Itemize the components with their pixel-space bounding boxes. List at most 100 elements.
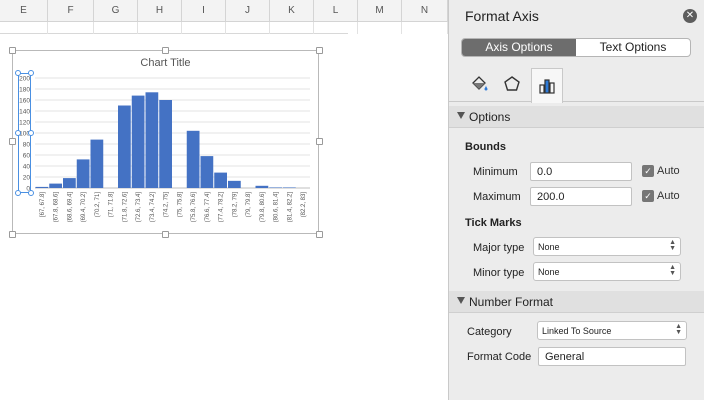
column-header-f[interactable]: F: [48, 0, 94, 22]
category-label: Category: [467, 326, 512, 338]
column-header-j[interactable]: J: [226, 0, 270, 22]
column-header-g[interactable]: G: [94, 0, 138, 22]
stepper-arrows-icon: ▲ ▼: [675, 323, 682, 336]
category-select[interactable]: Linked To Source ▲ ▼: [537, 321, 687, 340]
fill-line-icon[interactable]: [463, 68, 495, 100]
x-category-label: (78.2, 79]: [232, 192, 238, 218]
x-category-label: (68.6, 69.4]: [67, 192, 73, 223]
stepper-arrows-icon: ▲ ▼: [669, 239, 676, 252]
chart-object[interactable]: Chart Title 200 180 160 140 120 100 80 60 40 20 0[…: [12, 50, 319, 234]
minor-type-value: None: [538, 267, 560, 277]
major-type-value: None: [538, 242, 560, 252]
minimum-auto-checkbox[interactable]: ✓: [642, 165, 654, 177]
histogram-bar[interactable]: [145, 92, 159, 188]
x-category-label: (79.8, 80.6]: [260, 192, 266, 223]
resize-handle-tr[interactable]: [316, 47, 323, 54]
number-format-section-header[interactable]: Number Format: [449, 291, 704, 313]
tick-marks-heading: Tick Marks: [465, 217, 522, 229]
resize-handle-mr[interactable]: [316, 138, 323, 145]
grid-line: [225, 22, 226, 34]
histogram-bar[interactable]: [200, 156, 214, 188]
format-axis-pane: Format Axis ✕ Axis Options Text Options: [448, 0, 704, 400]
x-category-label: (71, 71.8]: [109, 192, 115, 218]
grid-line: [47, 22, 48, 34]
axis-handle-bottom-right[interactable]: [28, 190, 34, 196]
resize-handle-ml[interactable]: [9, 138, 16, 145]
axis-handle-mid-left[interactable]: [15, 130, 21, 136]
axis-handle-top-left[interactable]: [15, 70, 21, 76]
grid-line: [313, 22, 314, 34]
grid-line: [269, 22, 270, 34]
x-category-label: (80.6, 81.4]: [274, 192, 280, 223]
histogram-bar[interactable]: [214, 172, 227, 188]
options-section-label: Options: [469, 110, 511, 124]
x-category-label: (75, 75.8]: [177, 192, 183, 218]
histogram-plot[interactable]: 200180160140120100806040200[67, 67.8] (67…: [13, 51, 320, 235]
x-category-label: (82.2, 83]: [301, 192, 307, 218]
x-category-label: (69.4, 70.2]: [81, 192, 87, 223]
bounds-heading: Bounds: [465, 141, 506, 153]
resize-handle-bl[interactable]: [9, 231, 16, 238]
column-headers: EFGHIJKLMN: [0, 0, 448, 22]
major-type-select[interactable]: None ▲ ▼: [533, 237, 681, 256]
histogram-bar[interactable]: [131, 95, 145, 188]
histogram-bar[interactable]: [283, 187, 296, 188]
histogram-bar[interactable]: [90, 139, 104, 188]
histogram-bar[interactable]: [159, 100, 172, 188]
column-header-m[interactable]: M: [358, 0, 402, 22]
x-category-label: (70.2, 71]: [95, 192, 101, 218]
minor-type-label: Minor type: [473, 267, 525, 279]
spreadsheet-area[interactable]: EFGHIJKLMN Chart Title 200 180 160 140 120 10…: [0, 0, 448, 400]
axis-handle-bottom-left[interactable]: [15, 190, 21, 196]
grid-line: [357, 22, 358, 34]
column-header-l[interactable]: L: [314, 0, 358, 22]
histogram-bar[interactable]: [35, 186, 49, 188]
minor-type-select[interactable]: None ▲ ▼: [533, 262, 681, 281]
close-icon[interactable]: ✕: [683, 9, 697, 23]
column-header-h[interactable]: H: [138, 0, 182, 22]
options-section-header[interactable]: Options: [449, 106, 704, 128]
column-header-i[interactable]: I: [182, 0, 226, 22]
column-header-k[interactable]: K: [270, 0, 314, 22]
x-category-label: (73.4, 74.2]: [150, 192, 156, 223]
x-category-label: (77.4, 78.2]: [219, 192, 225, 223]
resize-handle-tm[interactable]: [162, 47, 169, 54]
grid-line: [401, 22, 402, 34]
tab-text-options[interactable]: Text Options: [576, 39, 690, 56]
histogram-bar[interactable]: [49, 183, 62, 188]
maximum-auto-checkbox[interactable]: ✓: [642, 190, 654, 202]
histogram-bar[interactable]: [186, 130, 200, 188]
format-category-tabs: [449, 64, 704, 103]
maximum-auto-label: Auto: [657, 190, 680, 202]
minimum-label: Minimum: [473, 166, 518, 178]
x-category-label: (75.8, 76.6]: [191, 192, 197, 223]
x-category-label: (71.8, 72.6]: [122, 192, 128, 223]
resize-handle-tl[interactable]: [9, 47, 16, 54]
tab-axis-options[interactable]: Axis Options: [462, 39, 576, 56]
category-value: Linked To Source: [542, 326, 612, 336]
axis-handle-top-right[interactable]: [28, 70, 34, 76]
grid-line: [137, 22, 138, 34]
x-category-label: (74.2, 75]: [164, 192, 170, 218]
axis-options-bars-icon[interactable]: [531, 68, 563, 103]
column-header-e[interactable]: E: [0, 0, 48, 22]
effects-pentagon-icon[interactable]: [496, 68, 528, 100]
histogram-bar[interactable]: [63, 178, 76, 188]
axis-handle-mid-right[interactable]: [28, 130, 34, 136]
major-type-label: Major type: [473, 242, 525, 254]
resize-handle-bm[interactable]: [162, 231, 169, 238]
histogram-bar[interactable]: [228, 180, 241, 188]
format-code-input[interactable]: General: [538, 347, 686, 366]
x-category-label: [67, 67.8]: [40, 192, 46, 217]
histogram-bar[interactable]: [269, 187, 282, 188]
minimum-input[interactable]: 0.0: [530, 162, 632, 181]
histogram-bar[interactable]: [76, 159, 90, 188]
maximum-label: Maximum: [473, 191, 521, 203]
number-format-section-label: Number Format: [469, 295, 554, 309]
resize-handle-br[interactable]: [316, 231, 323, 238]
maximum-input[interactable]: 200.0: [530, 187, 632, 206]
histogram-bar[interactable]: [118, 105, 131, 189]
column-header-n[interactable]: N: [402, 0, 448, 22]
histogram-bar[interactable]: [255, 185, 269, 188]
x-category-label: (72.6, 73.4]: [136, 192, 142, 223]
